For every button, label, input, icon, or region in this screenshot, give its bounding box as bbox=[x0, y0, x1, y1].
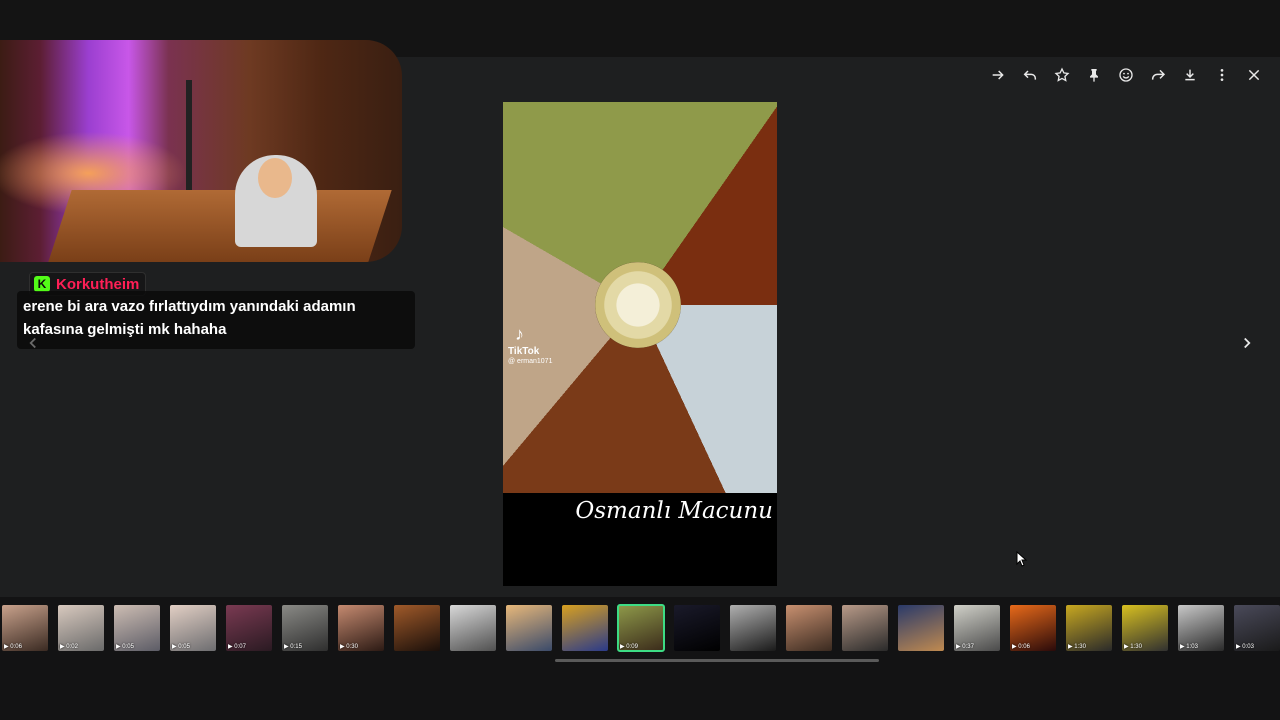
pin-icon[interactable] bbox=[1078, 63, 1110, 87]
previous-arrow-icon[interactable] bbox=[24, 334, 42, 352]
filmstrip-thumbnail[interactable]: ▶ 0:09 bbox=[617, 604, 665, 652]
filmstrip-thumbnail[interactable] bbox=[786, 605, 832, 651]
filmstrip-scrollbar[interactable] bbox=[555, 659, 879, 662]
thumbnail-duration: ▶ 0:30 bbox=[340, 644, 358, 650]
webcam-overlay bbox=[0, 40, 402, 262]
thumbnail-duration: ▶ 0:05 bbox=[172, 644, 190, 650]
chat-message: erene bi ara vazo fırlattıydım yanındaki… bbox=[17, 291, 415, 349]
filmstrip-thumbnail[interactable]: ▶ 0:30 bbox=[338, 605, 384, 651]
filmstrip-thumbnail[interactable]: ▶ 0:06 bbox=[2, 605, 48, 651]
thumbnail-duration: ▶ 0:05 bbox=[116, 644, 134, 650]
viewer-toolbar bbox=[982, 63, 1270, 87]
share-icon[interactable] bbox=[1142, 63, 1174, 87]
filmstrip-thumbnail[interactable] bbox=[842, 605, 888, 651]
thumbnail-duration: ▶ 0:03 bbox=[1236, 644, 1254, 650]
filmstrip-thumbnail[interactable]: ▶ 0:05 bbox=[170, 605, 216, 651]
thumbnail-duration: ▶ 1:03 bbox=[1180, 644, 1198, 650]
streamer-head bbox=[258, 158, 292, 198]
wooden-table bbox=[48, 190, 392, 262]
kick-logo-icon: K bbox=[34, 276, 50, 292]
thumbnail-duration: ▶ 0:02 bbox=[60, 644, 78, 650]
filmstrip-thumbnail[interactable]: ▶ 1:30 bbox=[1122, 605, 1168, 651]
chat-username: Korkutheim bbox=[56, 275, 140, 293]
next-arrow-icon[interactable] bbox=[1238, 334, 1256, 352]
filmstrip-thumbnail[interactable] bbox=[506, 605, 552, 651]
thumbnail-duration: ▶ 0:06 bbox=[4, 644, 22, 650]
thumbnail-duration: ▶ 0:06 bbox=[1012, 644, 1030, 650]
thumbnail-duration: ▶ 0:09 bbox=[620, 644, 638, 650]
lemon-slice bbox=[595, 262, 681, 348]
tiktok-label: TikTok bbox=[508, 346, 540, 357]
thumbnail-duration: ▶ 1:30 bbox=[1068, 644, 1086, 650]
close-icon[interactable] bbox=[1238, 63, 1270, 87]
filmstrip-thumbnail[interactable] bbox=[562, 605, 608, 651]
filmstrip-thumbnail[interactable]: ▶ 1:30 bbox=[1066, 605, 1112, 651]
thumbnail-duration: ▶ 0:07 bbox=[228, 644, 246, 650]
download-icon[interactable] bbox=[1174, 63, 1206, 87]
filmstrip-thumbnail[interactable]: ▶ 0:03 bbox=[1234, 605, 1280, 651]
filmstrip-thumbnail[interactable] bbox=[730, 605, 776, 651]
media-caption: Osmanlı Macunu bbox=[575, 498, 773, 524]
thumbnail-duration: ▶ 0:37 bbox=[956, 644, 974, 650]
tiktok-handle: @ erman1071 bbox=[508, 358, 553, 365]
thumbnail-duration: ▶ 1:30 bbox=[1124, 644, 1142, 650]
filmstrip-thumbnail[interactable]: ▶ 0:06 bbox=[1010, 605, 1056, 651]
filmstrip-thumbnail[interactable]: ▶ 0:05 bbox=[114, 605, 160, 651]
more-options-icon[interactable] bbox=[1206, 63, 1238, 87]
mouse-cursor-icon bbox=[1016, 550, 1028, 572]
main-media[interactable]: ♪ TikTok @ erman1071 Osmanlı Macunu bbox=[503, 102, 777, 586]
emoji-icon[interactable] bbox=[1110, 63, 1142, 87]
filmstrip-thumbnail[interactable] bbox=[450, 605, 496, 651]
filmstrip-thumbnail[interactable]: ▶ 0:02 bbox=[58, 605, 104, 651]
filmstrip-thumbnail[interactable] bbox=[898, 605, 944, 651]
microphone-boom bbox=[186, 80, 192, 200]
filmstrip-thumbnail[interactable]: ▶ 0:37 bbox=[954, 605, 1000, 651]
star-icon[interactable] bbox=[1046, 63, 1078, 87]
filmstrip-thumbnail[interactable] bbox=[394, 605, 440, 651]
filmstrip-thumbnail[interactable] bbox=[674, 605, 720, 651]
filmstrip-thumbnail[interactable]: ▶ 0:07 bbox=[226, 605, 272, 651]
tiktok-icon: ♪ bbox=[515, 324, 524, 344]
filmstrip-thumbnail[interactable]: ▶ 0:15 bbox=[282, 605, 328, 651]
forward-arrow-icon[interactable] bbox=[982, 63, 1014, 87]
reply-icon[interactable] bbox=[1014, 63, 1046, 87]
filmstrip-thumbnail[interactable]: ▶ 1:03 bbox=[1178, 605, 1224, 651]
thumbnail-duration: ▶ 0:15 bbox=[284, 644, 302, 650]
